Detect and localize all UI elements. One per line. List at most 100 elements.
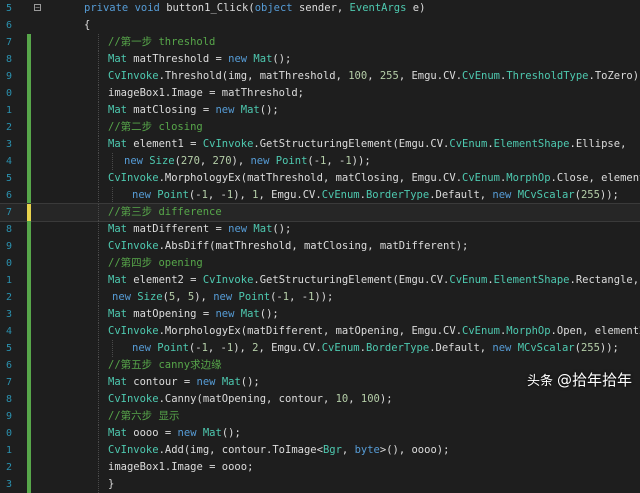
code-token: matDifferent = xyxy=(127,223,228,235)
collapse-icon[interactable]: − xyxy=(34,4,41,11)
code-line[interactable]: 2//第二步 closing xyxy=(0,119,640,136)
saved-change-marker xyxy=(27,119,31,136)
code-text[interactable]: { xyxy=(84,17,90,34)
code-text[interactable]: imageBox1.Image = oooo; xyxy=(108,459,253,476)
code-token: } xyxy=(108,478,114,490)
code-text[interactable]: CvInvoke.Add(img, contour.ToImage<Bgr, b… xyxy=(108,442,449,459)
code-line[interactable]: 8CvInvoke.Canny(matOpening, contour, 10,… xyxy=(0,391,640,408)
code-text[interactable]: private void button1_Click(object sender… xyxy=(84,0,425,17)
code-token: .Canny(matOpening, contour, xyxy=(159,393,336,405)
code-line[interactable]: 9 //第六步 显示 xyxy=(0,408,640,425)
code-text[interactable]: new Point(-1, -1), 2, Emgu.CV.CvEnum.Bor… xyxy=(132,340,619,357)
code-token: //第三步 difference xyxy=(108,206,222,218)
line-number: 8 xyxy=(0,221,12,238)
code-token: ), xyxy=(194,291,213,303)
code-text[interactable]: CvInvoke.AbsDiff(matThreshold, matClosin… xyxy=(108,238,468,255)
code-token: new xyxy=(124,155,149,167)
indent-guide xyxy=(98,51,99,68)
code-line[interactable]: 0//第四步 opening xyxy=(0,255,640,272)
unsaved-change-marker xyxy=(27,204,31,221)
code-line[interactable]: 2new Size(5, 5), new Point(-1, -1)); xyxy=(0,289,640,306)
code-token: , Emgu.CV. xyxy=(258,189,321,201)
code-text[interactable]: Mat contour = new Mat(); xyxy=(108,374,260,391)
code-text[interactable]: new Size(5, 5), new Point(-1, -1)); xyxy=(112,289,333,306)
code-token: contour = xyxy=(127,376,197,388)
code-text[interactable]: Mat element2 = CvInvoke.GetStructuringEl… xyxy=(108,272,639,289)
code-line[interactable]: 0Mat oooo = new Mat(); xyxy=(0,425,640,442)
code-line[interactable]: 5 CvInvoke.MorphologyEx(matThreshold, mat… xyxy=(0,170,640,187)
code-line[interactable]: 7//第三步 difference xyxy=(0,204,640,221)
code-line[interactable]: 0imageBox1.Image = matThreshold; xyxy=(0,85,640,102)
code-token: ); xyxy=(380,393,393,405)
code-token: CvEnum xyxy=(449,138,487,150)
code-text[interactable]: //第二步 closing xyxy=(108,119,203,136)
code-line[interactable]: 6{ xyxy=(0,17,640,34)
code-token: ), xyxy=(233,342,252,354)
code-text[interactable]: Mat oooo = new Mat(); xyxy=(108,425,241,442)
code-text[interactable]: CvInvoke.MorphologyEx(matThreshold, matC… xyxy=(108,170,640,187)
code-token: Mat xyxy=(108,53,127,65)
code-token: new xyxy=(492,189,517,201)
code-token: 100 xyxy=(348,70,367,82)
code-token: new xyxy=(250,155,275,167)
code-text[interactable]: //第三步 difference xyxy=(108,204,222,221)
code-text[interactable]: CvInvoke.Threshold(img, matThreshold, 10… xyxy=(108,68,640,85)
line-number: 9 xyxy=(0,408,12,425)
code-token: , xyxy=(200,155,213,167)
code-token: Mat xyxy=(222,376,241,388)
saved-change-marker xyxy=(27,306,31,323)
indent-guide xyxy=(98,374,99,391)
indent-guide xyxy=(98,204,99,221)
code-text[interactable]: CvInvoke.MorphologyEx(matDifferent, matO… xyxy=(108,323,640,340)
code-line[interactable]: 4new Size(270, 270), new Point(-1, -1)); xyxy=(0,153,640,170)
code-text[interactable]: imageBox1.Image = matThreshold; xyxy=(108,85,304,102)
saved-change-marker xyxy=(27,272,31,289)
code-text[interactable]: Mat matOpening = new Mat(); xyxy=(108,306,279,323)
saved-change-marker xyxy=(27,374,31,391)
code-line[interactable]: 8 Mat matDifferent = new Mat(); xyxy=(0,221,640,238)
code-line[interactable]: 5−private void button1_Click(object send… xyxy=(0,0,640,17)
code-text[interactable]: Mat matClosing = new Mat(); xyxy=(108,102,279,119)
code-token: 255 xyxy=(581,342,600,354)
code-line[interactable]: 9CvInvoke.Threshold(img, matThreshold, 1… xyxy=(0,68,640,85)
code-token: .Ellipse, xyxy=(570,138,627,150)
code-line[interactable]: 3} xyxy=(0,476,640,493)
code-text[interactable]: Mat matThreshold = new Mat(); xyxy=(108,51,291,68)
code-text[interactable]: //第四步 opening xyxy=(108,255,203,272)
saved-change-marker xyxy=(27,51,31,68)
code-token: Size xyxy=(137,291,162,303)
indent-guide xyxy=(98,85,99,102)
code-token: matClosing = xyxy=(127,104,216,116)
code-token: imageBox1.Image = matThreshold; xyxy=(108,87,304,99)
code-text[interactable]: new Size(270, 270), new Point(-1, -1)); xyxy=(124,153,371,170)
code-line[interactable]: 9CvInvoke.AbsDiff(matThreshold, matClosi… xyxy=(0,238,640,255)
code-token: )); xyxy=(600,342,619,354)
code-line[interactable]: 1Mat matClosing = new Mat(); xyxy=(0,102,640,119)
code-token: CvInvoke xyxy=(108,444,159,456)
code-token: CvInvoke xyxy=(108,70,159,82)
code-line[interactable]: 4CvInvoke.MorphologyEx(matDifferent, mat… xyxy=(0,323,640,340)
code-line[interactable]: 5new Point(-1, -1), 2, Emgu.CV.CvEnum.Bo… xyxy=(0,340,640,357)
code-text[interactable]: //第六步 显示 xyxy=(108,408,179,425)
indent-guide xyxy=(98,102,99,119)
code-text[interactable]: CvInvoke.Canny(matOpening, contour, 10, … xyxy=(108,391,393,408)
code-line[interactable]: 7//第一步 threshold xyxy=(0,34,640,51)
line-number: 5 xyxy=(0,170,12,187)
code-line[interactable]: 3Mat element1 = CvInvoke.GetStructuringE… xyxy=(0,136,640,153)
code-line[interactable]: 3Mat matOpening = new Mat(); xyxy=(0,306,640,323)
code-text[interactable]: } xyxy=(108,476,114,493)
code-text[interactable]: //第五步 canny求边缘 xyxy=(108,357,222,374)
code-text[interactable]: //第一步 threshold xyxy=(108,34,215,51)
code-line[interactable]: 1Mat element2 = CvInvoke.GetStructuringE… xyxy=(0,272,640,289)
code-text[interactable]: new Point(-1, -1), 1, Emgu.CV.CvEnum.Bor… xyxy=(132,187,619,204)
code-text[interactable]: Mat matDifferent = new Mat(); xyxy=(108,221,291,238)
code-editor[interactable]: 5 − private void button1_Click(object send… xyxy=(0,0,640,402)
code-token: .GetStructuringElement(Emgu.CV. xyxy=(253,138,449,150)
code-line[interactable]: 2imageBox1.Image = oooo; xyxy=(0,459,640,476)
code-line[interactable]: 1CvInvoke.Add(img, contour.ToImage<Bgr, … xyxy=(0,442,640,459)
line-number: 6 xyxy=(0,17,12,34)
code-text[interactable]: Mat element1 = CvInvoke.GetStructuringEl… xyxy=(108,136,626,153)
code-line[interactable]: 6new Point(-1, -1), 1, Emgu.CV.CvEnum.Bo… xyxy=(0,187,640,204)
code-line[interactable]: 8Mat matThreshold = new Mat(); xyxy=(0,51,640,68)
code-token: object xyxy=(255,2,293,14)
